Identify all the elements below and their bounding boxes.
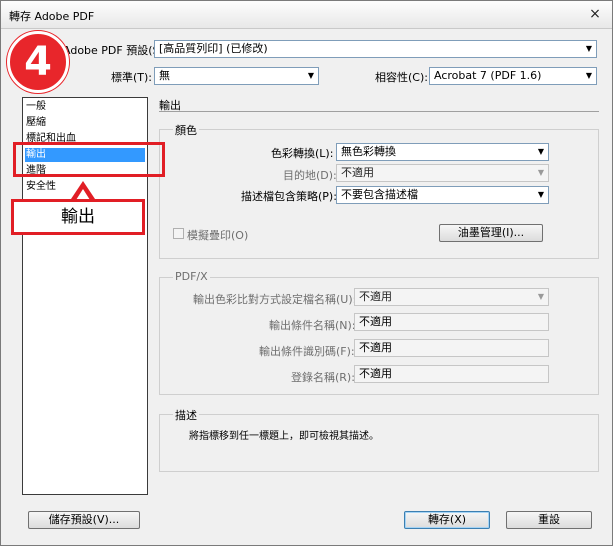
condition-name-label: 輸出條件名稱(N): (269, 319, 356, 332)
simulate-overprint-checkbox[interactable] (173, 228, 184, 239)
condition-id-label: 輸出條件識別碼(F): (259, 345, 355, 358)
profile-policy-label: 描述檔包含策略(P): (241, 190, 337, 203)
description-group (159, 414, 599, 472)
reset-button[interactable]: 重設 (506, 511, 592, 529)
pdfx-group-title: PDF/X (173, 270, 210, 283)
description-text: 將指標移到任一標題上，即可檢視其描述。 (189, 431, 379, 442)
sidebar-item-compression[interactable]: 壓縮 (25, 116, 145, 130)
compat-label: 相容性(C): (375, 71, 428, 84)
window-title: 轉存 Adobe PDF (9, 10, 95, 23)
chevron-down-icon: ▼ (585, 44, 592, 53)
compat-select[interactable]: Acrobat 7 (PDF 1.6) ▼ (429, 67, 597, 85)
description-group-title: 描述 (173, 407, 199, 423)
color-conversion-value: 無色彩轉換 (341, 145, 396, 158)
callout-label: 輸出 (11, 199, 145, 235)
chevron-down-icon: ▼ (307, 71, 314, 80)
condition-id-field[interactable]: 不適用 (354, 339, 549, 357)
preset-value: [高品質列印] (已修改) (159, 42, 268, 55)
profile-policy-value: 不要包含描述檔 (341, 188, 418, 201)
output-profile-label: 輸出色彩比對方式設定檔名稱(U): (193, 293, 357, 306)
export-pdf-dialog: 轉存 Adobe PDF × Adobe PDF 預設(S): [高品質列印] … (0, 0, 613, 546)
save-preset-button[interactable]: 儲存預設(V)... (28, 511, 140, 529)
simulate-overprint-label: 模擬疊印(O) (187, 229, 249, 242)
color-conversion-select[interactable]: 無色彩轉換 ▼ (336, 143, 549, 161)
color-group-title: 顏色 (173, 122, 199, 138)
compat-value: Acrobat 7 (PDF 1.6) (434, 69, 542, 82)
chevron-down-icon: ▼ (537, 147, 544, 156)
ink-manager-button[interactable]: 油墨管理(I)... (439, 224, 543, 242)
preset-label: Adobe PDF 預設(S): (63, 44, 168, 57)
standard-select[interactable]: 無 ▼ (154, 67, 319, 85)
preset-select[interactable]: [高品質列印] (已修改) ▼ (154, 40, 597, 58)
profile-policy-select[interactable]: 不要包含描述檔 ▼ (336, 186, 549, 204)
export-button[interactable]: 轉存(X) (404, 511, 490, 529)
destination-select[interactable]: 不適用 ▼ (336, 164, 549, 182)
registry-field[interactable]: 不適用 (354, 365, 549, 383)
section-divider (159, 111, 599, 112)
close-icon[interactable]: × (586, 5, 604, 23)
chevron-down-icon: ▼ (537, 168, 544, 177)
registry-label: 登錄名稱(R): (291, 371, 355, 384)
destination-value: 不適用 (341, 166, 374, 179)
title-bar: 轉存 Adobe PDF × (1, 1, 612, 29)
chevron-down-icon: ▼ (585, 71, 592, 80)
color-conversion-label: 色彩轉換(L): (271, 147, 334, 160)
highlight-box (13, 142, 165, 177)
destination-label: 目的地(D): (283, 169, 337, 182)
standard-value: 無 (159, 69, 170, 82)
chevron-down-icon: ▼ (537, 190, 544, 199)
chevron-down-icon: ▼ (537, 292, 544, 301)
step-number-badge: 4 (7, 31, 69, 93)
output-profile-value: 不適用 (359, 290, 392, 303)
condition-name-field[interactable]: 不適用 (354, 313, 549, 331)
standard-label: 標準(T): (111, 71, 153, 84)
output-profile-select[interactable]: 不適用 ▼ (354, 288, 549, 306)
sidebar-item-general[interactable]: 一般 (25, 100, 145, 114)
